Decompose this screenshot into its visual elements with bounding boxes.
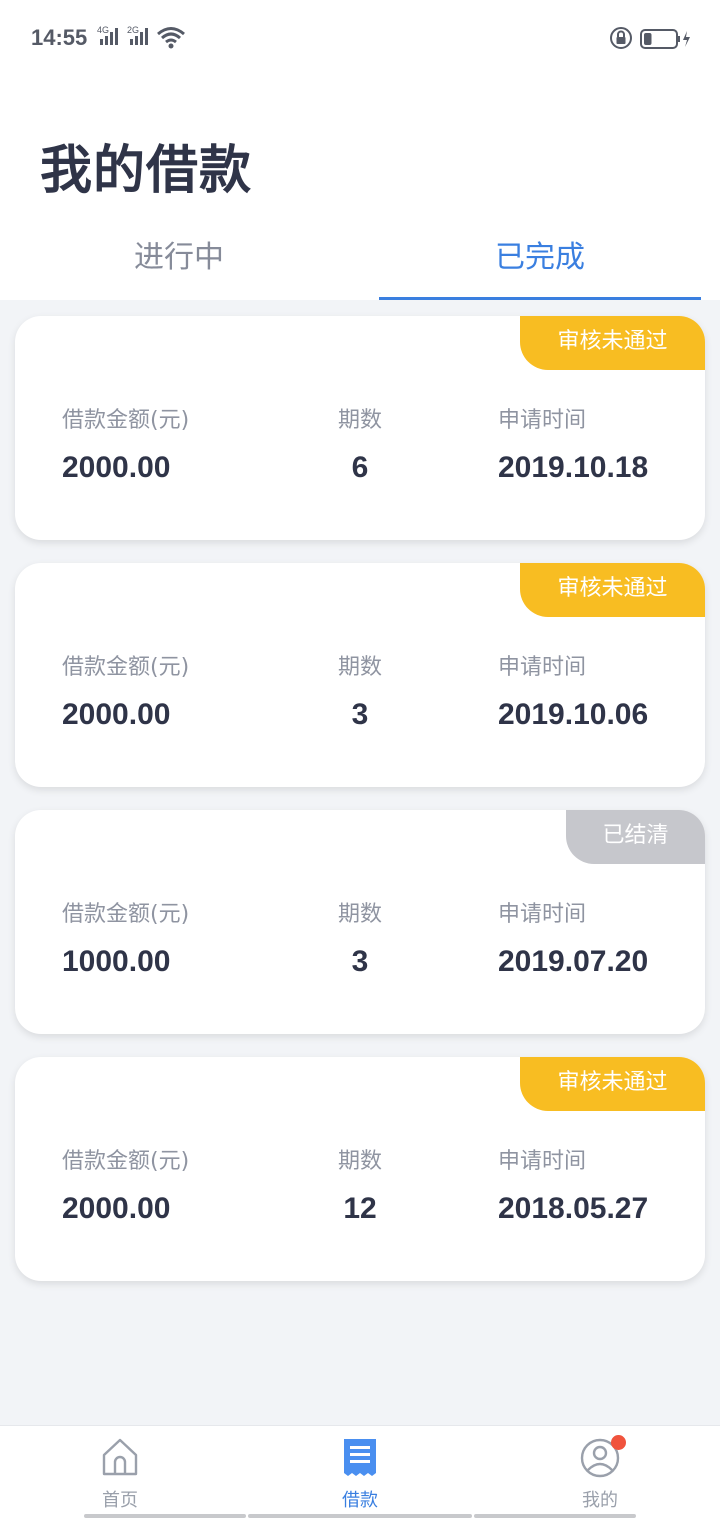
loan-amount: 借款金额(元) 2000.00 (62, 651, 189, 735)
amount-value: 1000.00 (62, 945, 171, 978)
home-icon (102, 1438, 138, 1476)
periods-value: 6 (351, 451, 369, 484)
loan-periods: 期数 12 (315, 1145, 405, 1229)
loan-periods: 期数 3 (315, 898, 405, 982)
date-label: 申请时间 (498, 408, 587, 433)
status-badge: 已结清 (566, 810, 705, 864)
loan-card[interactable]: 审核未通过 借款金额(元) 2000.00 期数 6 申请时间 2019.10.… (15, 316, 705, 540)
loan-amount: 借款金额(元) 2000.00 (62, 1145, 189, 1229)
loan-date: 申请时间 2019.10.06 (498, 651, 648, 735)
periods-label: 期数 (337, 655, 382, 680)
periods-value: 3 (351, 945, 369, 978)
amount-value: 2000.00 (62, 1192, 171, 1225)
loan-periods: 期数 6 (315, 404, 405, 488)
amount-label: 借款金额(元) (62, 902, 190, 927)
amount-value: 2000.00 (62, 451, 171, 484)
active-tab-indicator (379, 297, 701, 300)
status-badge: 审核未通过 (520, 1057, 705, 1111)
battery-icon (640, 29, 690, 49)
tab-completed[interactable]: 已完成 (379, 226, 701, 298)
tab-bar: 进行中 已完成 (0, 226, 720, 300)
periods-label: 期数 (337, 1149, 382, 1174)
periods-value: 12 (343, 1192, 377, 1225)
periods-label: 期数 (337, 408, 382, 433)
status-badge: 审核未通过 (520, 316, 705, 370)
periods-value: 3 (351, 698, 369, 731)
loan-date: 申请时间 2019.10.18 (498, 404, 648, 488)
loan-amount: 借款金额(元) 1000.00 (62, 898, 189, 982)
status-time: 14:55 (31, 25, 88, 50)
date-value: 2019.10.18 (498, 451, 649, 484)
status-badge: 审核未通过 (520, 563, 705, 617)
system-nav-bar (84, 1514, 246, 1518)
nav-mine[interactable]: 我的 (480, 1426, 720, 1521)
nav-loan[interactable]: 借款 (240, 1426, 480, 1521)
notification-dot (611, 1435, 626, 1450)
date-label: 申请时间 (498, 1149, 587, 1174)
nav-home[interactable]: 首页 (0, 1426, 240, 1521)
bill-icon (344, 1439, 376, 1476)
amount-value: 2000.00 (62, 698, 171, 731)
page-title: 我的借款 (40, 141, 253, 201)
amount-label: 借款金额(元) (62, 408, 190, 433)
loan-date: 申请时间 2019.07.20 (498, 898, 648, 982)
loan-card[interactable]: 已结清 借款金额(元) 1000.00 期数 3 申请时间 2019.07.20 (15, 810, 705, 1034)
loan-date: 申请时间 2018.05.27 (498, 1145, 648, 1229)
nav-mine-label: 我的 (582, 1490, 618, 1511)
date-label: 申请时间 (498, 655, 587, 680)
tab-ongoing[interactable]: 进行中 (18, 226, 340, 298)
date-value: 2019.10.06 (498, 698, 649, 731)
rotation-lock-icon (610, 27, 632, 49)
nav-loan-label: 借款 (342, 1490, 378, 1511)
date-value: 2019.07.20 (498, 945, 649, 978)
amount-label: 借款金额(元) (62, 1149, 190, 1174)
loan-amount: 借款金额(元) 2000.00 (62, 404, 189, 488)
amount-label: 借款金额(元) (62, 655, 190, 680)
system-nav-bar (248, 1514, 472, 1518)
date-label: 申请时间 (498, 902, 587, 927)
nav-home-label: 首页 (102, 1490, 138, 1511)
loan-card[interactable]: 审核未通过 借款金额(元) 2000.00 期数 12 申请时间 2018.05… (15, 1057, 705, 1281)
bottom-nav: 首页 借款 我的 (0, 1425, 720, 1521)
system-nav-bar (474, 1514, 636, 1518)
loan-card[interactable]: 审核未通过 借款金额(元) 2000.00 期数 3 申请时间 2019.10.… (15, 563, 705, 787)
periods-label: 期数 (337, 902, 382, 927)
date-value: 2018.05.27 (498, 1192, 649, 1225)
status-bar: 14:55 4G 2G (0, 0, 720, 76)
wifi-icon (157, 27, 185, 49)
loan-periods: 期数 3 (315, 651, 405, 735)
